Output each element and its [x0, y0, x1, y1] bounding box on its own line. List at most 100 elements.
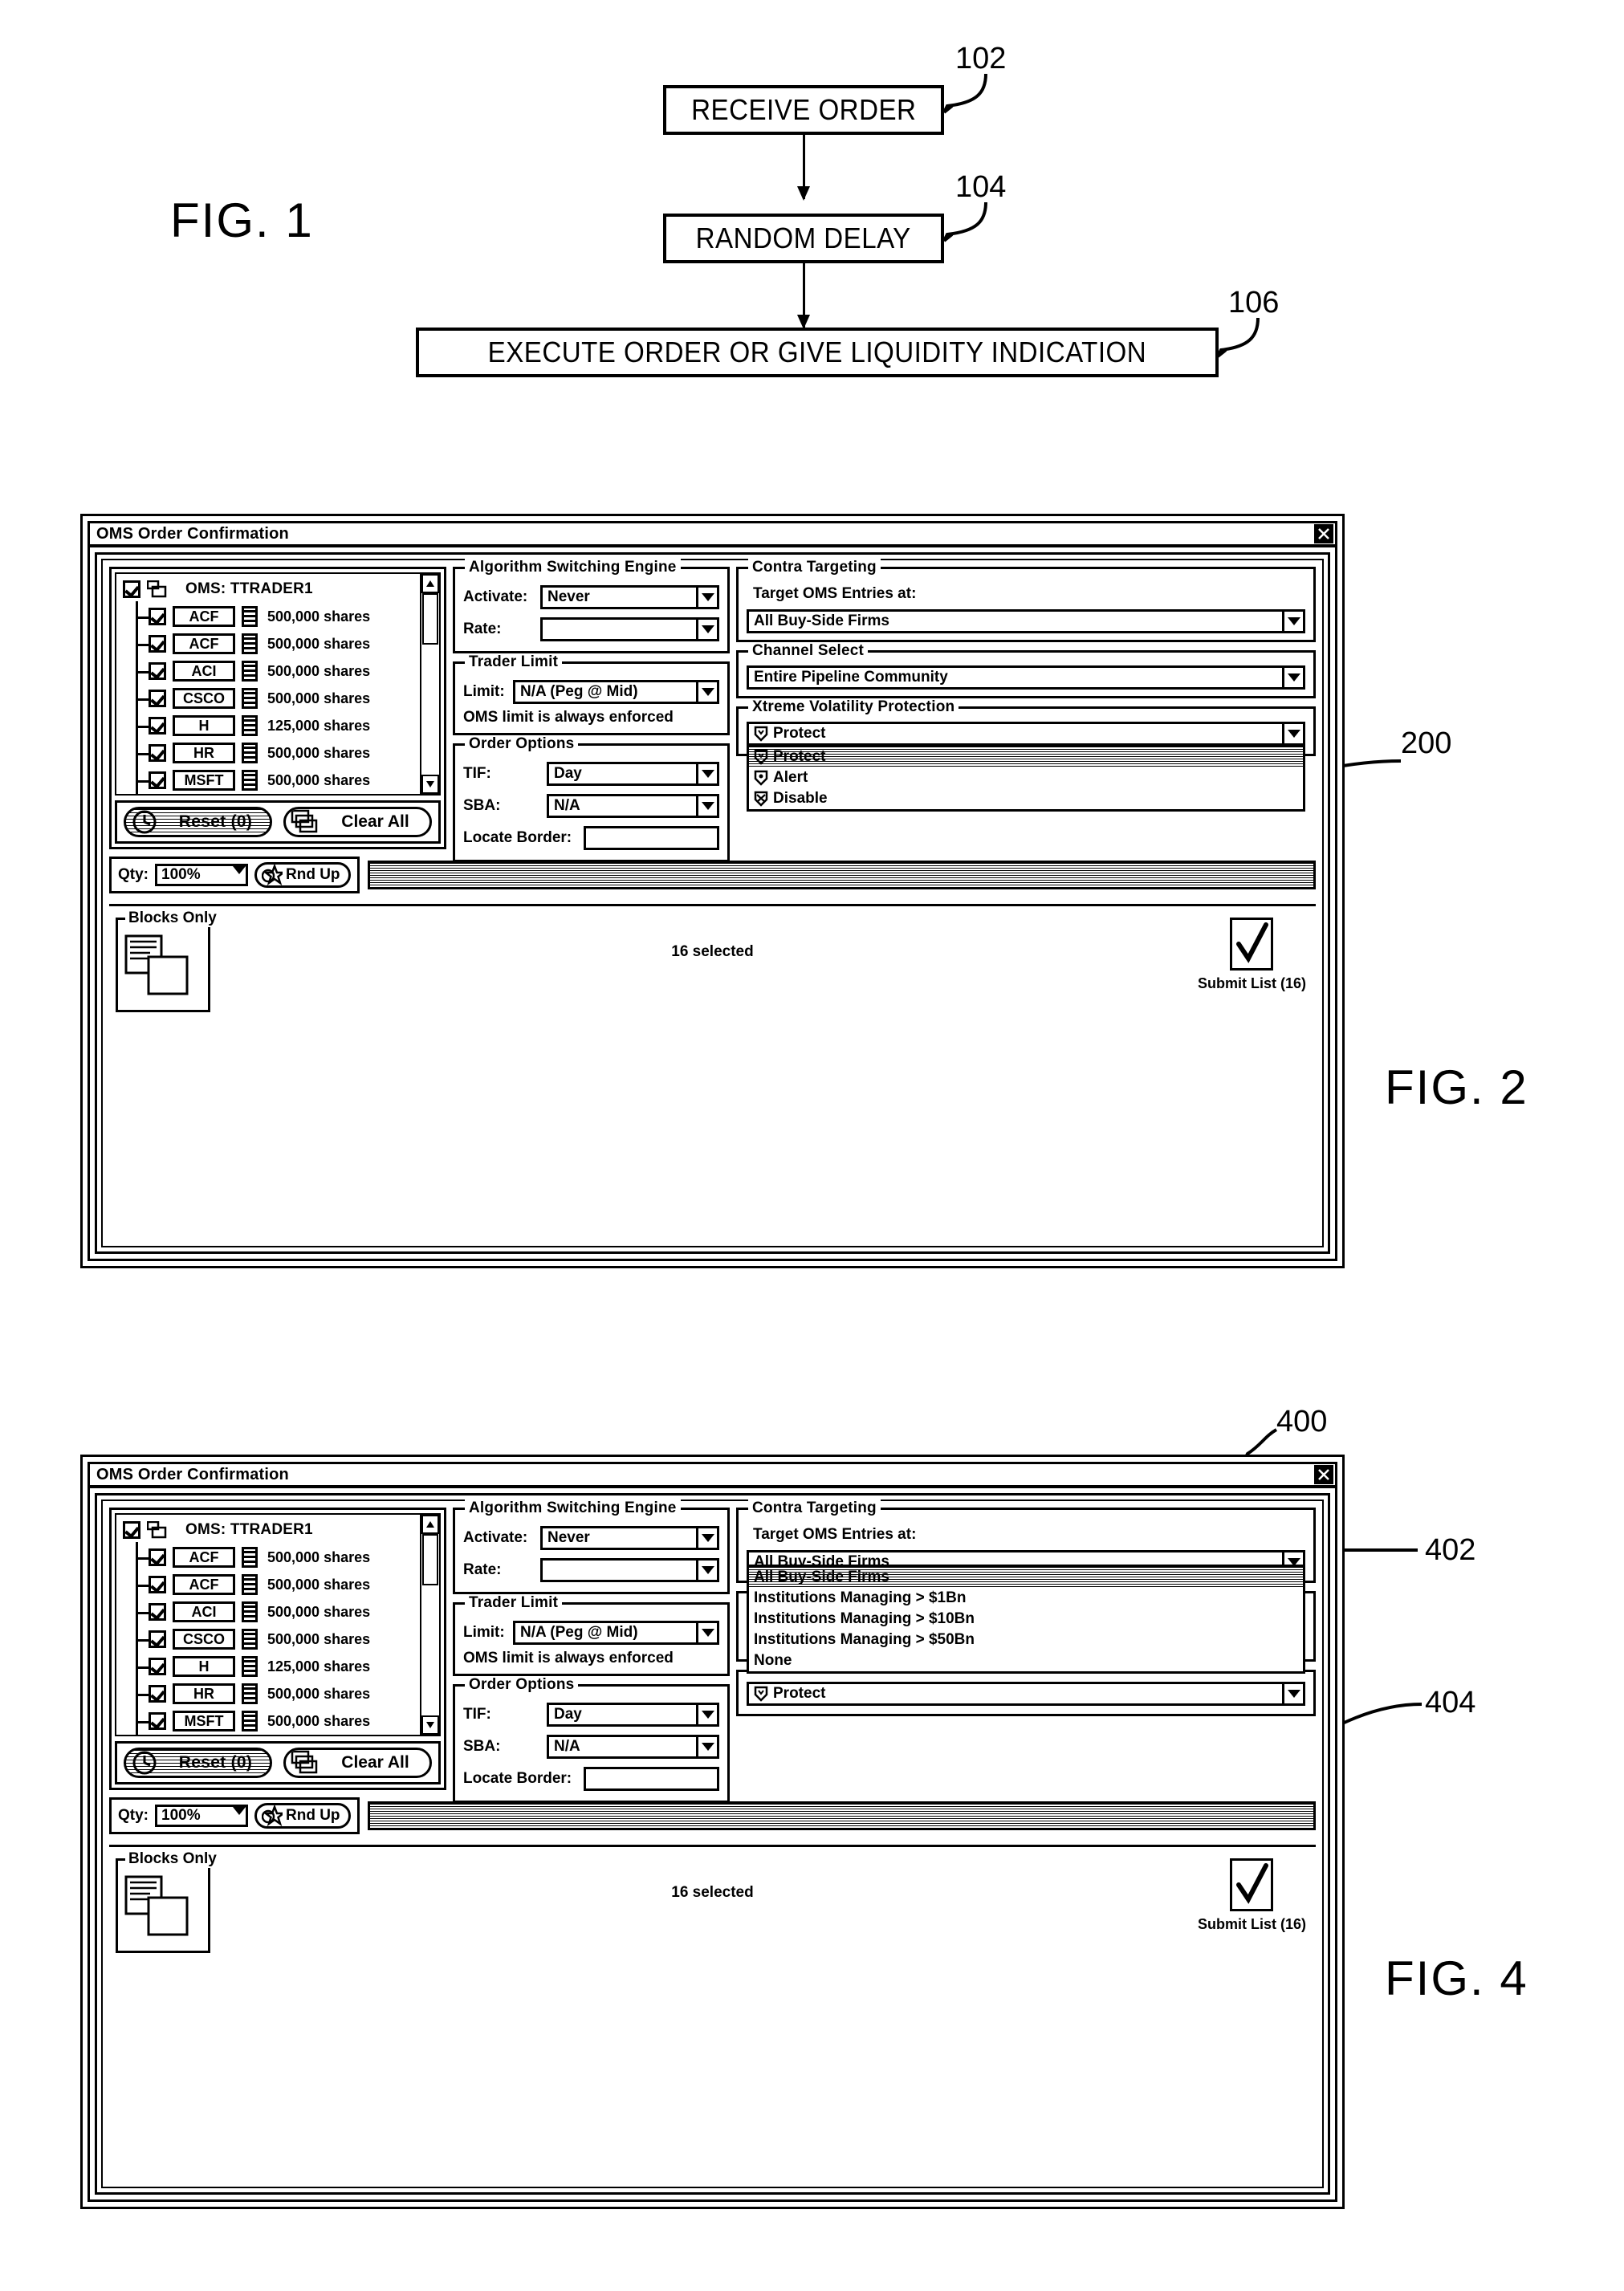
locate-border-input[interactable]	[584, 1767, 719, 1791]
dropdown-option[interactable]: Disable	[749, 788, 1303, 809]
chevron-down-icon[interactable]	[696, 682, 717, 702]
row-checkbox[interactable]	[149, 662, 166, 680]
row-checkbox[interactable]	[149, 1658, 166, 1675]
table-row[interactable]: ACF 500,000 shares	[136, 1544, 420, 1571]
tree-root-row[interactable]: OMS: TTRADER1	[121, 1518, 420, 1542]
dropdown-option[interactable]: None	[749, 1650, 1303, 1671]
dropdown-option[interactable]: Institutions Managing > $50Bn	[749, 1630, 1303, 1650]
chevron-down-icon[interactable]	[1282, 724, 1303, 743]
chevron-down-icon[interactable]	[696, 764, 717, 783]
table-row[interactable]: ACF 500,000 shares	[136, 630, 420, 657]
close-icon[interactable]	[1314, 524, 1333, 543]
scroll-down-icon[interactable]	[421, 1715, 439, 1735]
list-scrollbar[interactable]	[420, 574, 439, 794]
dropdown-option[interactable]: Alert	[749, 767, 1303, 788]
scroll-up-icon[interactable]	[421, 574, 439, 593]
chevron-down-icon[interactable]	[1282, 668, 1303, 687]
chevron-down-icon[interactable]	[1282, 1684, 1303, 1703]
dropdown-option[interactable]: Institutions Managing > $1Bn	[749, 1588, 1303, 1609]
row-checkbox[interactable]	[149, 1548, 166, 1566]
table-row[interactable]: ACI 500,000 shares	[136, 657, 420, 685]
scrollbar-thumb[interactable]	[422, 1534, 438, 1585]
chevron-down-icon[interactable]	[233, 1807, 246, 1825]
xvp-dropdown-list[interactable]: Protect Alert Disable	[747, 744, 1305, 812]
locate-border-input[interactable]	[584, 826, 719, 850]
chevron-down-icon[interactable]	[696, 1737, 717, 1756]
tif-select[interactable]: Day	[547, 762, 719, 786]
dropdown-option[interactable]: Protect	[749, 747, 1303, 767]
row-checkbox[interactable]	[149, 1576, 166, 1593]
chevron-down-icon[interactable]	[696, 796, 717, 816]
qty-select[interactable]: 100%	[155, 1805, 248, 1827]
tree-root-checkbox[interactable]	[123, 1521, 140, 1539]
clear-all-button[interactable]: Clear All	[283, 1748, 432, 1778]
table-row[interactable]: CSCO 500,000 shares	[136, 1626, 420, 1653]
xvp-select[interactable]: Protect	[747, 722, 1305, 746]
table-row[interactable]: MSFT 500,000 shares	[136, 1707, 420, 1735]
table-row[interactable]: CSCO 500,000 shares	[136, 685, 420, 712]
row-checkbox[interactable]	[149, 608, 166, 625]
chevron-down-icon[interactable]	[1282, 612, 1303, 631]
scroll-down-icon[interactable]	[421, 775, 439, 794]
rate-select[interactable]	[540, 617, 719, 641]
dropdown-option[interactable]: Institutions Managing > $10Bn	[749, 1609, 1303, 1630]
tree-root-checkbox[interactable]	[123, 580, 140, 598]
contra-targeting-dropdown-list[interactable]: All Buy-Side Firms Institutions Managing…	[747, 1565, 1305, 1674]
qty-select[interactable]: 100%	[155, 864, 248, 886]
scrollbar-track[interactable]	[421, 1534, 439, 1715]
limit-select[interactable]: N/A (Peg @ Mid)	[513, 680, 719, 704]
row-checkbox[interactable]	[149, 717, 166, 735]
chevron-down-icon[interactable]	[233, 866, 246, 884]
submit-check-icon[interactable]	[1230, 1858, 1274, 1911]
table-row[interactable]: H 125,000 shares	[136, 1653, 420, 1680]
chevron-down-icon[interactable]	[696, 1528, 717, 1548]
submit-list-control[interactable]: Submit List (16)	[1198, 1858, 1306, 1933]
list-scrollbar[interactable]	[420, 1515, 439, 1735]
chevron-down-icon[interactable]	[696, 620, 717, 639]
row-checkbox[interactable]	[149, 1685, 166, 1703]
row-checkbox[interactable]	[149, 690, 166, 707]
row-checkbox[interactable]	[149, 1603, 166, 1621]
order-tree[interactable]: OMS: TTRADER1 ACF 500,000 shares ACF 500…	[115, 1513, 441, 1736]
activate-select[interactable]: Never	[540, 585, 719, 609]
chevron-down-icon[interactable]	[696, 1561, 717, 1580]
dropdown-option[interactable]: All Buy-Side Firms	[749, 1567, 1303, 1588]
submit-check-icon[interactable]	[1230, 918, 1274, 971]
rnd-up-button[interactable]: Rnd Up	[254, 1803, 351, 1829]
table-row[interactable]: ACF 500,000 shares	[136, 1571, 420, 1598]
chevron-down-icon[interactable]	[696, 588, 717, 607]
tif-select[interactable]: Day	[547, 1703, 719, 1727]
chevron-down-icon[interactable]	[696, 1705, 717, 1724]
table-row[interactable]: HR 500,000 shares	[136, 739, 420, 767]
rnd-up-button[interactable]: Rnd Up	[254, 862, 351, 888]
clear-all-button[interactable]: Clear All	[283, 807, 432, 837]
chevron-down-icon[interactable]	[696, 1623, 717, 1642]
scroll-up-icon[interactable]	[421, 1515, 439, 1534]
channel-select[interactable]: Entire Pipeline Community	[747, 665, 1305, 690]
xvp-select[interactable]: Protect	[747, 1682, 1305, 1706]
table-row[interactable]: H 125,000 shares	[136, 712, 420, 739]
row-checkbox[interactable]	[149, 635, 166, 653]
reset-button[interactable]: Reset (0)	[124, 1748, 272, 1778]
row-checkbox[interactable]	[149, 1630, 166, 1648]
table-row[interactable]: ACF 500,000 shares	[136, 603, 420, 630]
close-icon[interactable]	[1314, 1465, 1333, 1484]
table-row[interactable]: MSFT 500,000 shares	[136, 767, 420, 794]
scrollbar-thumb[interactable]	[422, 593, 438, 645]
contra-targeting-select[interactable]: All Buy-Side Firms	[747, 609, 1305, 633]
rate-select[interactable]	[540, 1558, 719, 1582]
table-row[interactable]: PWER 500,000 shares	[136, 1735, 420, 1736]
row-checkbox[interactable]	[149, 744, 166, 762]
table-row[interactable]: HR 500,000 shares	[136, 1680, 420, 1707]
row-checkbox[interactable]	[149, 771, 166, 789]
reset-button[interactable]: Reset (0)	[124, 807, 272, 837]
sba-select[interactable]: N/A	[547, 794, 719, 818]
scrollbar-track[interactable]	[421, 593, 439, 775]
sba-select[interactable]: N/A	[547, 1735, 719, 1759]
tree-root-row[interactable]: OMS: TTRADER1	[121, 577, 420, 601]
submit-list-control[interactable]: Submit List (16)	[1198, 918, 1306, 992]
order-tree[interactable]: OMS: TTRADER1 ACF 500,000 shares ACF 500…	[115, 572, 441, 796]
limit-select[interactable]: N/A (Peg @ Mid)	[513, 1621, 719, 1645]
row-checkbox[interactable]	[149, 1712, 166, 1730]
table-row[interactable]: ACI 500,000 shares	[136, 1598, 420, 1626]
